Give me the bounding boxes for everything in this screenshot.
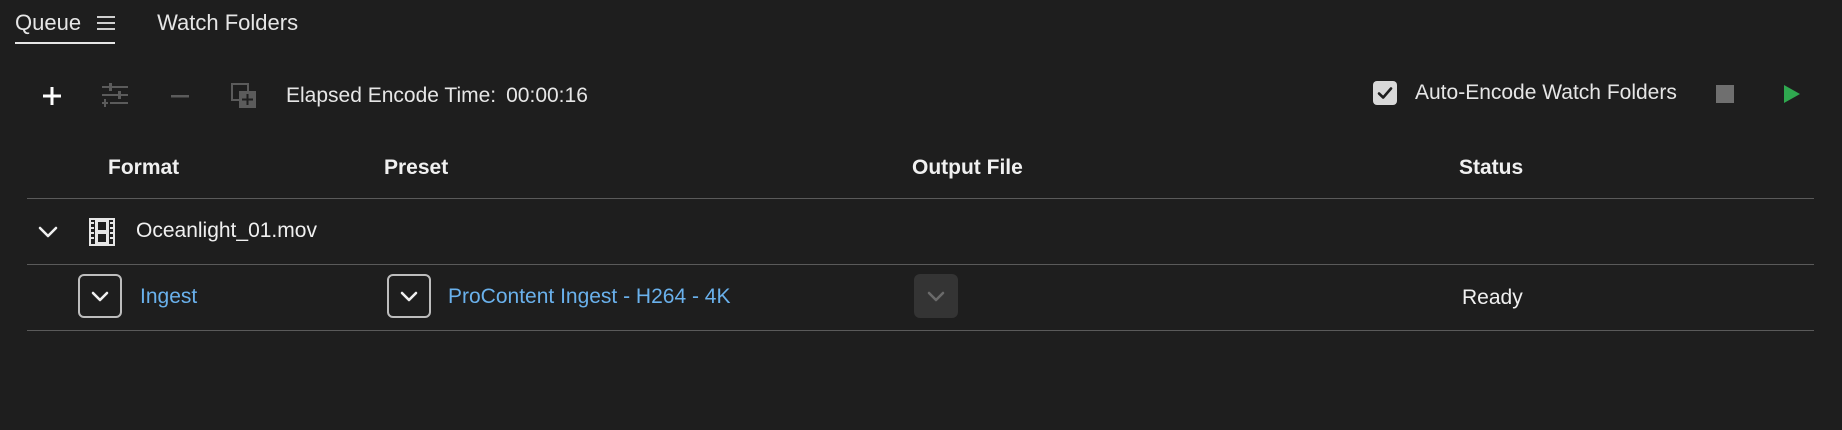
auto-encode-watch-folders-toggle[interactable]: Auto-Encode Watch Folders — [1373, 81, 1677, 105]
format-link[interactable]: Ingest — [140, 285, 197, 309]
auto-encode-checkbox[interactable] — [1373, 81, 1397, 105]
chevron-down-icon — [91, 291, 109, 302]
output-file-dropdown-button[interactable] — [914, 274, 958, 318]
play-icon — [1784, 85, 1800, 103]
column-header-status[interactable]: Status — [1459, 156, 1523, 180]
add-icon — [43, 87, 61, 105]
header-divider — [27, 198, 1814, 199]
chevron-down-icon — [927, 291, 945, 302]
chevron-down-icon — [400, 291, 418, 302]
remove-button[interactable] — [162, 78, 198, 114]
settings-sliders-icon — [102, 83, 128, 107]
format-dropdown-button[interactable] — [78, 274, 122, 318]
duplicate-button[interactable] — [226, 78, 262, 114]
preset-dropdown-button[interactable] — [387, 274, 431, 318]
checkmark-icon — [1377, 87, 1393, 99]
status-text: Ready — [1462, 286, 1523, 309]
output-row-divider — [27, 330, 1814, 331]
add-source-button[interactable] — [34, 78, 70, 114]
remove-icon — [171, 95, 189, 98]
elapsed-encode-time-value: 00:00:16 — [506, 84, 588, 107]
start-queue-button[interactable] — [1779, 82, 1803, 106]
elapsed-encode-time-label: Elapsed Encode Time: — [286, 84, 497, 107]
media-encoder-queue-panel: Queue Watch Folders Elapsed Encode Time:… — [0, 0, 1842, 430]
source-row[interactable]: Oceanlight_01.mov — [0, 200, 1842, 264]
preset-link[interactable]: ProContent Ingest - H264 - 4K — [448, 285, 731, 309]
auto-encode-label: Auto-Encode Watch Folders — [1415, 81, 1677, 104]
duplicate-icon — [231, 83, 256, 108]
queue-toolbar: Elapsed Encode Time: 00:00:16 Auto-Encode… — [0, 70, 1842, 122]
column-header-format[interactable]: Format — [108, 156, 179, 180]
stop-queue-button[interactable] — [1716, 85, 1734, 103]
panel-tabs: Queue Watch Folders — [15, 0, 298, 46]
tab-watch-folders[interactable]: Watch Folders — [157, 0, 298, 46]
source-row-divider — [27, 264, 1814, 265]
column-header-preset[interactable]: Preset — [384, 156, 448, 180]
queue-table-header: Format Preset Output File Status — [0, 148, 1842, 198]
source-file-name: Oceanlight_01.mov — [136, 219, 317, 242]
add-output-button[interactable] — [97, 78, 133, 114]
film-icon — [89, 218, 115, 246]
hamburger-menu-icon[interactable] — [97, 16, 116, 30]
tab-queue-label: Queue — [15, 10, 82, 35]
tab-queue[interactable]: Queue — [15, 0, 116, 46]
column-header-output-file[interactable]: Output File — [912, 156, 1023, 180]
chevron-down-icon[interactable] — [36, 220, 60, 244]
tab-watch-folders-label: Watch Folders — [157, 10, 299, 35]
elapsed-encode-time: Elapsed Encode Time: 00:00:16 — [286, 84, 588, 108]
output-row[interactable]: Ingest ProContent Ingest - H264 - 4K Rea… — [0, 266, 1842, 330]
